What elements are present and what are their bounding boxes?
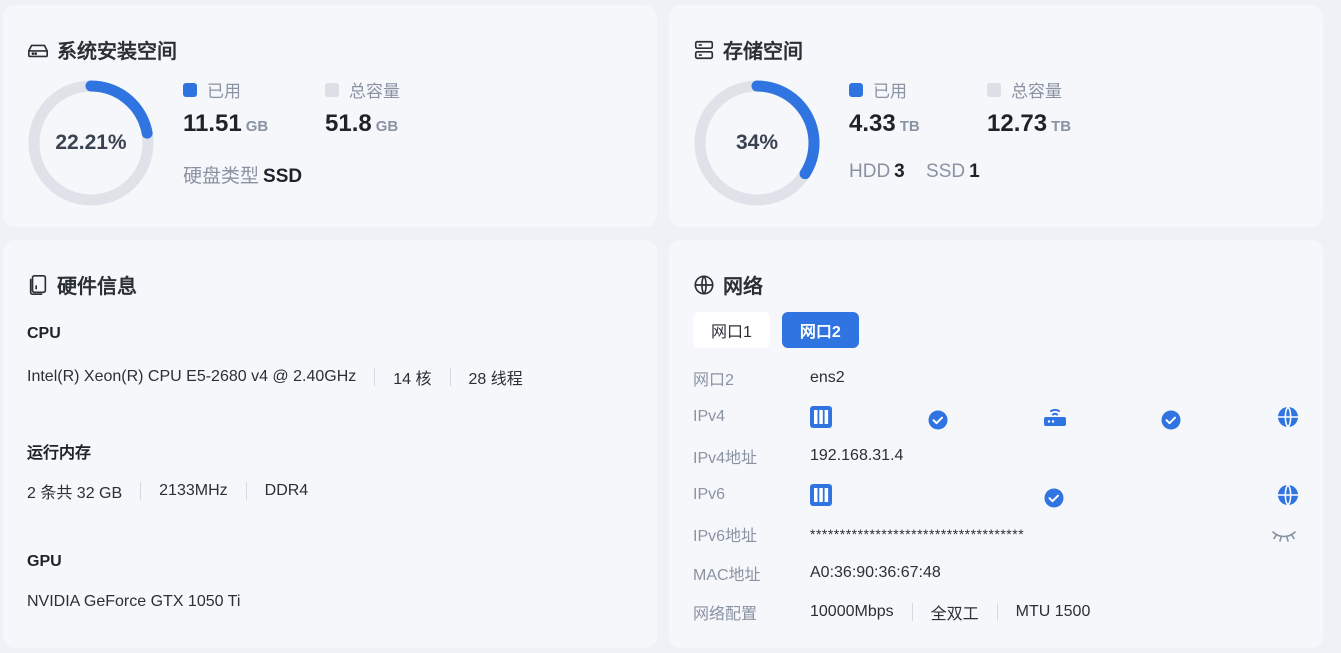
mac-value: A0:36:90:36:67:48 <box>810 564 941 581</box>
divider <box>449 368 451 386</box>
storage-title-text: 存储空间 <box>723 41 803 63</box>
hardware-card: 硬件信息 CPU Intel(R) Xeon(R) CPU E5-2680 v4… <box>3 240 657 648</box>
used-value: 11.51 <box>183 110 242 137</box>
storage-used: 已用 4.33 TB <box>849 77 920 138</box>
storage-percent: 34% <box>735 131 779 154</box>
cpu-threads: 28 线程 <box>468 371 523 388</box>
server-icon <box>694 40 714 59</box>
storage-total: 总容量 12.73 TB <box>987 77 1071 138</box>
cpu-label: CPU <box>27 325 61 342</box>
router-icon <box>1044 408 1066 426</box>
check-circle-icon <box>928 410 948 430</box>
hdd-label: HDD <box>849 161 891 182</box>
disk-counts: HDD 3 SSD 1 <box>849 161 980 183</box>
ipv6-address-row: IPv6地址 *********************************… <box>693 522 1303 546</box>
disk-type-label: 硬盘类型 <box>183 166 260 187</box>
storage-title: 存储空间 <box>693 35 803 64</box>
network-config-value: 10000Mbps 全双工 MTU 1500 <box>810 600 1090 624</box>
system-disk-total: 总容量 51.8 GB <box>325 77 400 138</box>
total-value: 51.8 <box>325 110 372 137</box>
gpu-label: GPU <box>27 553 62 570</box>
hardware-title: 硬件信息 <box>27 270 137 299</box>
system-disk-card: 系统安装空间 22.21% 已用 11.51 GB 总容量 51.8 GB 硬盘类型… <box>3 5 657 227</box>
memory-speed: 2133MHz <box>159 482 228 499</box>
used-legend-square <box>849 82 863 97</box>
system-disk-percent: 22.21% <box>55 131 127 154</box>
port-key: 网口2 <box>693 372 734 389</box>
ipv6-address-value: ************************************ <box>810 526 1025 542</box>
network-config-row: 网络配置 10000Mbps 全双工 MTU 1500 <box>693 600 1303 624</box>
duplex-mode: 全双工 <box>930 606 979 623</box>
divider <box>911 603 913 621</box>
used-legend-square <box>183 82 197 97</box>
globe-icon <box>1278 405 1298 429</box>
system-disk-title-text: 系统安装空间 <box>57 41 177 63</box>
divider <box>245 482 247 500</box>
globe-icon <box>694 274 714 295</box>
gpu-info: NVIDIA GeForce GTX 1050 Ti <box>27 593 240 611</box>
nic-icon <box>810 406 832 428</box>
hard-drive-icon <box>28 44 48 57</box>
ipv4-path <box>810 404 1300 430</box>
total-legend-square <box>987 82 1001 97</box>
used-label: 已用 <box>207 82 241 101</box>
check-circle-icon <box>1044 488 1064 508</box>
ipv4-key: IPv4 <box>693 408 726 425</box>
port-tabs: 网口1 网口2 <box>693 312 859 348</box>
used-label: 已用 <box>873 82 907 101</box>
total-unit: GB <box>375 118 399 135</box>
globe-icon <box>1278 483 1298 507</box>
ipv6-key: IPv6 <box>693 486 726 503</box>
link-speed: 10000Mbps <box>810 603 894 620</box>
memory-info: 2 条共 32 GB 2133MHz DDR4 <box>27 479 308 503</box>
ipv6-path <box>810 482 1300 508</box>
device-icon <box>29 274 47 295</box>
port-value: ens2 <box>810 369 845 386</box>
hardware-title-text: 硬件信息 <box>57 276 137 298</box>
memory-summary: 2 条共 32 GB <box>27 485 123 502</box>
used-unit: TB <box>899 118 920 135</box>
tab-port-2[interactable]: 网口2 <box>781 312 859 348</box>
system-disk-title: 系统安装空间 <box>27 35 177 64</box>
total-legend-square <box>325 82 339 97</box>
memory-label: 运行内存 <box>27 445 92 462</box>
ipv4-address-key: IPv4地址 <box>693 450 758 467</box>
mtu: MTU 1500 <box>1015 603 1091 620</box>
ipv4-address-row: IPv4地址 192.168.31.4 <box>693 444 1303 468</box>
disk-type: 硬盘类型 SSD <box>183 161 302 188</box>
mac-key: MAC地址 <box>693 567 761 584</box>
used-value: 4.33 <box>849 110 896 137</box>
total-label: 总容量 <box>1011 82 1062 101</box>
gpu-model: NVIDIA GeForce GTX 1050 Ti <box>27 593 241 610</box>
hdd-count: 3 <box>894 161 905 182</box>
eye-closed-icon[interactable] <box>1271 528 1297 544</box>
network-card: 网络 网口1 网口2 网口2 ens2 IPv4 IPv4地址 192.168.… <box>669 240 1323 648</box>
mac-row: MAC地址 A0:36:90:36:67:48 <box>693 561 1303 585</box>
divider <box>996 603 998 621</box>
ipv4-address-value: 192.168.31.4 <box>810 447 904 464</box>
ipv6-address-key: IPv6地址 <box>693 528 758 545</box>
check-circle-icon <box>1161 410 1181 430</box>
tab-port-1[interactable]: 网口1 <box>693 312 770 348</box>
total-unit: TB <box>1051 118 1072 135</box>
network-config-key: 网络配置 <box>693 606 758 623</box>
total-label: 总容量 <box>349 82 400 101</box>
ssd-count: 1 <box>969 161 980 182</box>
cpu-info: Intel(R) Xeon(R) CPU E5-2680 v4 @ 2.40GH… <box>27 365 523 389</box>
cpu-model: Intel(R) Xeon(R) CPU E5-2680 v4 @ 2.40GH… <box>27 368 357 385</box>
divider <box>374 368 376 386</box>
ssd-label: SSD <box>926 161 966 182</box>
total-value: 12.73 <box>987 110 1048 137</box>
network-title-text: 网络 <box>723 276 763 298</box>
network-title: 网络 <box>693 270 763 299</box>
port-row: 网口2 ens2 <box>693 366 1303 390</box>
system-disk-used: 已用 11.51 GB <box>183 77 268 138</box>
nic-icon <box>810 484 832 506</box>
storage-card: 存储空间 34% 已用 4.33 TB 总容量 12.73 TB HDD 3 SSD 1 <box>669 5 1323 227</box>
divider <box>140 482 142 500</box>
used-unit: GB <box>245 118 269 135</box>
cpu-cores: 14 核 <box>393 371 432 388</box>
memory-type: DDR4 <box>264 482 309 499</box>
disk-type-value: SSD <box>263 166 303 187</box>
